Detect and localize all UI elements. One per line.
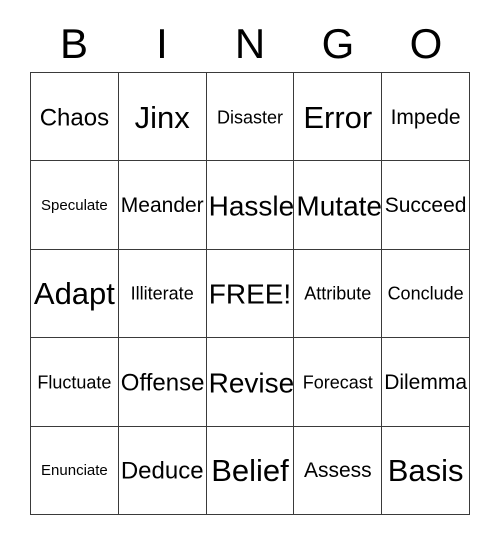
- bingo-cell[interactable]: Conclude: [382, 249, 470, 339]
- bingo-cell[interactable]: Hassle: [206, 161, 295, 250]
- bingo-cell[interactable]: Revise: [206, 338, 295, 427]
- bingo-cell-label: Dilemma: [384, 370, 468, 394]
- bingo-cell[interactable]: Basis: [382, 426, 470, 515]
- bingo-cell[interactable]: Belief: [206, 426, 295, 515]
- bingo-cell[interactable]: Offense: [118, 338, 207, 427]
- bingo-cell-label: Meander: [120, 193, 204, 217]
- bingo-cell-label: Jinx: [134, 99, 190, 135]
- bingo-cell-label: Illiterate: [130, 283, 194, 304]
- bingo-cell[interactable]: Impede: [382, 73, 470, 162]
- bingo-cell[interactable]: Disaster: [206, 73, 295, 162]
- bingo-cell[interactable]: Attribute: [294, 249, 383, 339]
- bingo-cell-label: Disaster: [216, 106, 283, 127]
- bingo-cell[interactable]: Mutate: [294, 161, 383, 250]
- bingo-cell-label: Succeed: [384, 193, 467, 217]
- bingo-cell-label: Conclude: [387, 283, 464, 304]
- bingo-cell[interactable]: Deduce: [118, 426, 207, 515]
- bingo-cell-label: Basis: [387, 453, 464, 489]
- bingo-cell[interactable]: Speculate: [31, 161, 119, 250]
- bingo-cell-label: Offense: [120, 369, 205, 397]
- bingo-cell-label: Hassle: [208, 190, 295, 222]
- bingo-cell-label: Impede: [390, 105, 461, 129]
- bingo-cell[interactable]: Dilemma: [382, 338, 470, 427]
- bingo-cell-label: Mutate: [296, 190, 382, 222]
- bingo-cell-label: Attribute: [304, 283, 372, 304]
- header-letter-g: G: [321, 20, 355, 67]
- bingo-grid: Chaos Jinx Disaster Error Impede Specula…: [30, 72, 470, 515]
- bingo-cell[interactable]: Chaos: [31, 73, 119, 162]
- header-letter-b: B: [59, 20, 88, 67]
- bingo-cell-label: Error: [303, 99, 373, 135]
- bingo-cell-label: Deduce: [120, 457, 204, 485]
- bingo-cell[interactable]: Succeed: [382, 161, 470, 250]
- bingo-cell[interactable]: Adapt: [31, 249, 119, 339]
- bingo-cell-label: Adapt: [33, 276, 115, 312]
- bingo-cell[interactable]: Fluctuate: [31, 338, 119, 427]
- bingo-cell[interactable]: Jinx: [118, 73, 207, 162]
- bingo-cell-label: Revise: [208, 367, 295, 399]
- bingo-cell[interactable]: Illiterate: [118, 249, 207, 339]
- bingo-cell[interactable]: Error: [294, 73, 383, 162]
- bingo-card: B I N G O Chaos Jinx Disaster Error Impe…: [0, 0, 500, 544]
- bingo-cell[interactable]: Assess: [294, 426, 383, 515]
- bingo-cell-label: Fluctuate: [37, 372, 112, 393]
- bingo-cell-label: Speculate: [41, 196, 108, 214]
- header-letter-o: O: [409, 20, 443, 67]
- bingo-cell-label: Assess: [303, 459, 372, 483]
- header-letter-n: N: [234, 20, 266, 67]
- bingo-free-label: FREE!: [208, 278, 292, 310]
- bingo-cell-label: Forecast: [302, 372, 373, 393]
- bingo-cell-label: Enunciate: [41, 462, 108, 480]
- header-letter-i: I: [156, 20, 168, 67]
- bingo-cell-label: Belief: [211, 453, 289, 489]
- bingo-cell-label: Chaos: [39, 104, 110, 132]
- bingo-header: B I N G O: [30, 14, 470, 66]
- bingo-cell[interactable]: Forecast: [294, 338, 383, 427]
- bingo-cell-free[interactable]: FREE!: [206, 249, 295, 339]
- bingo-cell[interactable]: Meander: [118, 161, 207, 250]
- bingo-cell[interactable]: Enunciate: [31, 426, 119, 515]
